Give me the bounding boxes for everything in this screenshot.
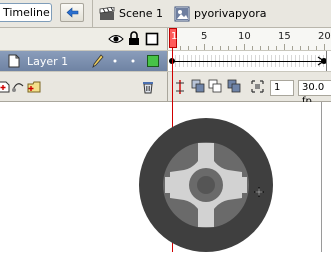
timeline-toolbar: Timeline Scene 1 pyorivapyora xyxy=(0,0,331,28)
scene-label: Scene 1 xyxy=(119,7,164,20)
frame-number: 5 xyxy=(201,31,208,42)
spoke-top xyxy=(198,143,214,163)
frame-number: 20 xyxy=(318,31,331,42)
add-motion-guide-icon[interactable] xyxy=(11,80,25,94)
add-folder-icon[interactable] xyxy=(27,80,43,94)
trash-icon[interactable] xyxy=(141,80,155,94)
add-layer-icon[interactable] xyxy=(0,80,11,94)
spoke-bottom xyxy=(198,207,214,227)
layer-page-icon xyxy=(8,54,20,68)
toolbar-separator xyxy=(92,0,93,27)
center-frame-icon[interactable] xyxy=(174,79,186,95)
timeline-header: 1 5 10 15 20 xyxy=(0,28,331,50)
onion-skin-outlines-icon[interactable] xyxy=(208,79,223,94)
eye-icon[interactable] xyxy=(108,33,124,45)
move-cursor-icon xyxy=(254,187,264,197)
outline-icon[interactable] xyxy=(145,32,159,46)
lock-icon[interactable] xyxy=(128,31,140,46)
layer-name: Layer 1 xyxy=(27,55,69,68)
scene-breadcrumb[interactable]: Scene 1 xyxy=(99,5,163,22)
current-frame-field[interactable]: 1 xyxy=(270,80,294,96)
pencil-icon xyxy=(92,54,104,68)
stage-edge xyxy=(321,102,322,252)
frame-number: 15 xyxy=(278,31,291,42)
symbol-breadcrumb[interactable]: pyorivapyora xyxy=(174,5,267,22)
modify-onion-markers-icon[interactable] xyxy=(250,79,265,94)
graphic-symbol-icon xyxy=(174,6,190,21)
frame-rate-field[interactable]: 30.0 fp xyxy=(298,80,331,107)
symbol-label: pyorivapyora xyxy=(194,7,267,20)
lock-dot-icon[interactable] xyxy=(131,59,135,63)
visibility-dot-icon[interactable] xyxy=(113,59,117,63)
spoke-left xyxy=(165,177,185,193)
layer-row[interactable]: Layer 1 xyxy=(0,50,331,72)
frame-number: 10 xyxy=(238,31,251,42)
onion-skin-icon[interactable] xyxy=(191,79,206,94)
layer-controls xyxy=(0,72,168,101)
frame-ruler[interactable]: 1 5 10 15 20 xyxy=(168,28,331,50)
timeline-controls: 1 30.0 fp xyxy=(0,72,331,107)
edit-multiple-frames-icon[interactable] xyxy=(227,79,242,94)
back-button[interactable] xyxy=(60,3,84,22)
tween-arrow-line xyxy=(174,61,323,62)
outline-color-icon[interactable] xyxy=(147,55,159,67)
timeline-button[interactable]: Timeline xyxy=(0,3,52,22)
back-arrow-icon xyxy=(66,7,79,18)
hub xyxy=(197,176,215,194)
clapper-icon xyxy=(99,6,115,20)
spoke-right xyxy=(227,177,247,193)
layer-row-selected[interactable]: Layer 1 xyxy=(0,51,168,71)
wheel-graphic[interactable] xyxy=(138,117,274,253)
playhead-frame-number: 1 xyxy=(171,31,178,42)
layer-header xyxy=(0,28,168,50)
